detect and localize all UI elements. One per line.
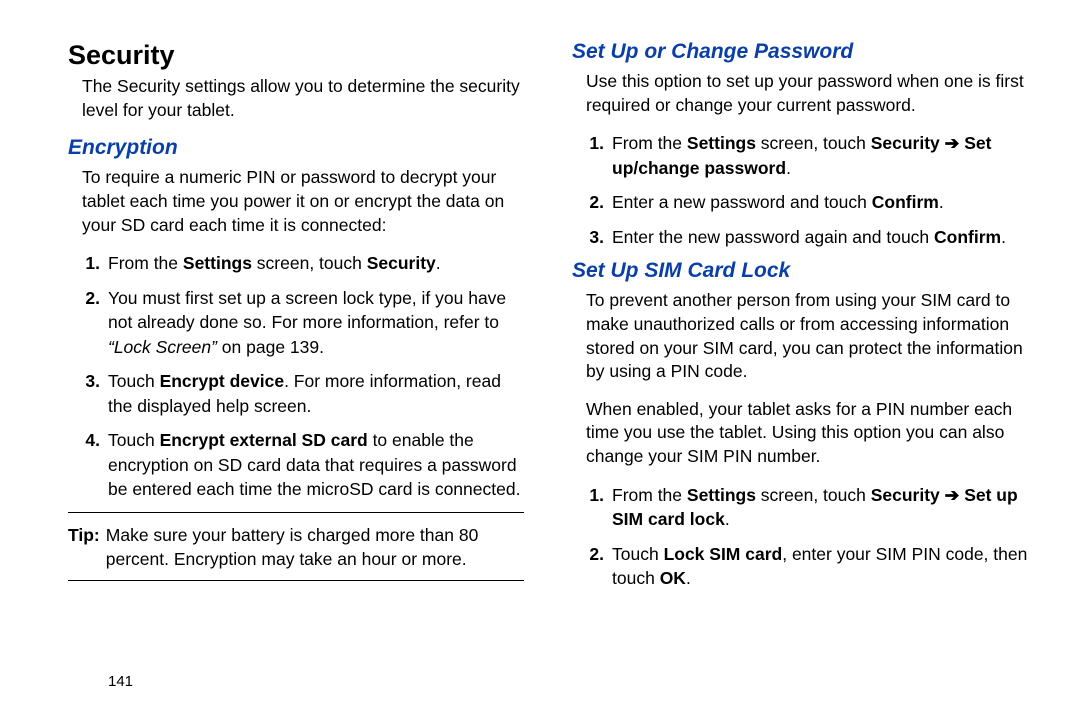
divider-rule bbox=[68, 512, 524, 513]
left-column: Security The Security settings allow you… bbox=[68, 40, 524, 700]
page-number: 141 bbox=[108, 673, 133, 690]
security-intro: The Security settings allow you to deter… bbox=[82, 75, 524, 122]
step-number: 3. bbox=[586, 225, 604, 250]
heading-security: Security bbox=[68, 40, 524, 71]
step-number: 1. bbox=[586, 131, 604, 180]
step-number: 2. bbox=[82, 286, 100, 360]
step-number: 3. bbox=[82, 369, 100, 418]
step-number: 4. bbox=[82, 428, 100, 502]
step-text: From the Settings screen, touch Security… bbox=[612, 483, 1028, 532]
step-number: 2. bbox=[586, 190, 604, 215]
step-item: 1. From the Settings screen, touch Secur… bbox=[586, 483, 1028, 532]
encryption-steps: 1. From the Settings screen, touch Secur… bbox=[82, 251, 524, 502]
step-item: 2. You must first set up a screen lock t… bbox=[82, 286, 524, 360]
step-item: 2. Touch Lock SIM card, enter your SIM P… bbox=[586, 542, 1028, 591]
step-number: 1. bbox=[82, 251, 100, 276]
step-item: 2. Enter a new password and touch Confir… bbox=[586, 190, 1028, 215]
manual-page: Security The Security settings allow you… bbox=[0, 0, 1080, 720]
step-text: From the Settings screen, touch Security… bbox=[108, 251, 524, 276]
step-text: Touch Lock SIM card, enter your SIM PIN … bbox=[612, 542, 1028, 591]
step-text: You must first set up a screen lock type… bbox=[108, 286, 524, 360]
heading-sim-lock: Set Up SIM Card Lock bbox=[572, 259, 1028, 283]
step-item: 1. From the Settings screen, touch Secur… bbox=[586, 131, 1028, 180]
change-password-steps: 1. From the Settings screen, touch Secur… bbox=[586, 131, 1028, 249]
step-text: Touch Encrypt device. For more informati… bbox=[108, 369, 524, 418]
step-item: 3. Touch Encrypt device. For more inform… bbox=[82, 369, 524, 418]
tip-text: Make sure your battery is charged more t… bbox=[106, 523, 524, 572]
sim-lock-steps: 1. From the Settings screen, touch Secur… bbox=[586, 483, 1028, 591]
right-column: Set Up or Change Password Use this optio… bbox=[572, 40, 1028, 700]
step-text: From the Settings screen, touch Security… bbox=[612, 131, 1028, 180]
step-text: Enter the new password again and touch C… bbox=[612, 225, 1028, 250]
step-item: 4. Touch Encrypt external SD card to ena… bbox=[82, 428, 524, 502]
heading-change-password: Set Up or Change Password bbox=[572, 40, 1028, 64]
sim-lock-desc2: When enabled, your tablet asks for a PIN… bbox=[586, 398, 1028, 469]
step-item: 1. From the Settings screen, touch Secur… bbox=[82, 251, 524, 276]
step-text: Enter a new password and touch Confirm. bbox=[612, 190, 1028, 215]
divider-rule bbox=[68, 580, 524, 581]
change-password-desc: Use this option to set up your password … bbox=[586, 70, 1028, 117]
step-number: 2. bbox=[586, 542, 604, 591]
tip-label: Tip: bbox=[68, 523, 100, 572]
step-item: 3. Enter the new password again and touc… bbox=[586, 225, 1028, 250]
step-number: 1. bbox=[586, 483, 604, 532]
encryption-desc: To require a numeric PIN or password to … bbox=[82, 166, 524, 237]
tip-block: Tip: Make sure your battery is charged m… bbox=[68, 523, 524, 572]
sim-lock-desc1: To prevent another person from using you… bbox=[586, 289, 1028, 384]
heading-encryption: Encryption bbox=[68, 136, 524, 160]
step-text: Touch Encrypt external SD card to enable… bbox=[108, 428, 524, 502]
